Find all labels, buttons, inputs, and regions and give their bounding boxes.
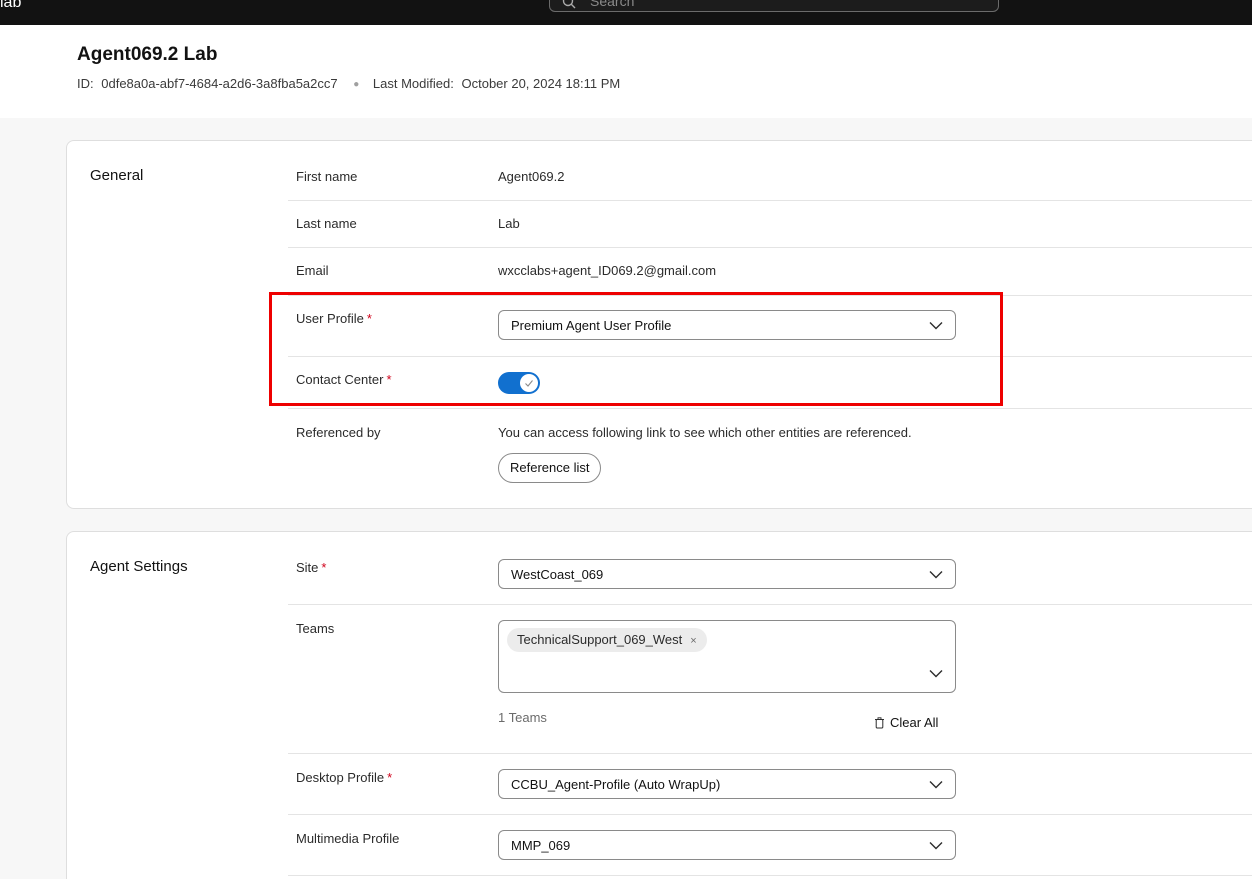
teams-row: Teams TechnicalSupport_069_West × 1 Teams…	[288, 605, 1252, 754]
reference-list-button[interactable]: Reference list	[498, 453, 602, 483]
referenced-by-label: Referenced by	[296, 425, 381, 440]
id-value: 0dfe8a0a-abf7-4684-a2d6-3a8fba5a2cc7	[101, 76, 338, 91]
teams-count: 1 Teams	[498, 710, 547, 725]
user-profile-value: Premium Agent User Profile	[511, 318, 672, 333]
user-profile-label: User Profile *	[296, 311, 372, 326]
required-marker: *	[387, 770, 393, 785]
page-header: Agent069.2 Lab ID: 0dfe8a0a-abf7-4684-a2…	[0, 25, 1252, 118]
chevron-down-icon	[929, 670, 943, 678]
referenced-by-text: You can access following link to see whi…	[498, 425, 912, 440]
chevron-down-icon	[929, 842, 943, 850]
required-marker: *	[366, 311, 372, 326]
contact-center-row: Contact Center *	[288, 357, 1252, 409]
site-select[interactable]: WestCoast_069	[498, 559, 956, 589]
separator-dot: ●	[353, 79, 360, 90]
contact-center-label: Contact Center *	[296, 372, 392, 387]
email-value: wxcclabs+agent_ID069.2@gmail.com	[498, 263, 717, 278]
check-icon	[525, 380, 533, 387]
top-bar: lab Search	[0, 0, 1252, 25]
multimedia-profile-label: Multimedia Profile	[296, 831, 400, 846]
required-marker: *	[321, 560, 327, 575]
id-label: ID:	[77, 76, 94, 91]
chevron-down-icon	[929, 781, 943, 789]
first-name-value: Agent069.2	[498, 169, 565, 184]
general-section-title: General	[90, 167, 144, 184]
first-name-label: First name	[296, 169, 358, 184]
chevron-down-icon	[929, 571, 943, 579]
team-chip: TechnicalSupport_069_West ×	[507, 628, 707, 652]
teams-multiselect[interactable]: TechnicalSupport_069_West ×	[498, 620, 956, 693]
chevron-down-icon	[929, 322, 943, 330]
desktop-profile-label: Desktop Profile *	[296, 770, 393, 785]
team-chip-label: TechnicalSupport_069_West	[517, 632, 683, 647]
search-icon	[562, 0, 576, 9]
agent-settings-section-title: Agent Settings	[90, 558, 188, 575]
user-profile-row: User Profile * Premium Agent User Profile	[288, 296, 1252, 357]
page-title: Agent069.2 Lab	[77, 44, 218, 65]
agent-settings-card: Agent Settings Site * WestCoast_069 Teams…	[66, 531, 1252, 879]
multimedia-profile-select[interactable]: MMP_069	[498, 830, 956, 860]
desktop-profile-row: Desktop Profile * CCBU_Agent-Profile (Aut…	[288, 754, 1252, 815]
general-card: General First name Agent069.2 Last name …	[66, 140, 1252, 509]
referenced-by-row: Referenced by You can access following l…	[288, 409, 1252, 509]
search-placeholder: Search	[590, 0, 635, 9]
desktop-profile-value: CCBU_Agent-Profile (Auto WrapUp)	[511, 777, 721, 792]
page-meta: ID: 0dfe8a0a-abf7-4684-a2d6-3a8fba5a2cc7…	[77, 76, 620, 91]
desktop-profile-select[interactable]: CCBU_Agent-Profile (Auto WrapUp)	[498, 769, 956, 799]
site-label: Site *	[296, 560, 327, 575]
toggle-knob	[520, 374, 538, 392]
app-brand: lab	[0, 0, 22, 11]
teams-label: Teams	[296, 621, 335, 636]
email-label: Email	[296, 263, 329, 278]
search-input[interactable]: Search	[549, 0, 999, 12]
last-name-value: Lab	[498, 216, 520, 231]
required-marker: *	[386, 372, 392, 387]
user-profile-select[interactable]: Premium Agent User Profile	[498, 310, 956, 340]
modified-label: Last Modified:	[372, 76, 454, 91]
multimedia-profile-row: Multimedia Profile MMP_069	[288, 815, 1252, 876]
contact-center-toggle[interactable]	[498, 372, 540, 394]
site-row: Site * WestCoast_069	[288, 544, 1252, 605]
chip-remove-icon[interactable]: ×	[690, 635, 696, 647]
trash-icon	[875, 717, 884, 729]
first-name-row: First name Agent069.2	[288, 153, 1252, 201]
email-row: Email wxcclabs+agent_ID069.2@gmail.com	[288, 248, 1252, 296]
last-name-row: Last name Lab	[288, 201, 1252, 248]
last-name-label: Last name	[296, 216, 357, 231]
modified-value: October 20, 2024 18:11 PM	[461, 76, 621, 91]
site-value: WestCoast_069	[511, 567, 604, 582]
clear-all-button[interactable]: Clear All	[874, 715, 938, 730]
multimedia-profile-value: MMP_069	[511, 838, 571, 853]
